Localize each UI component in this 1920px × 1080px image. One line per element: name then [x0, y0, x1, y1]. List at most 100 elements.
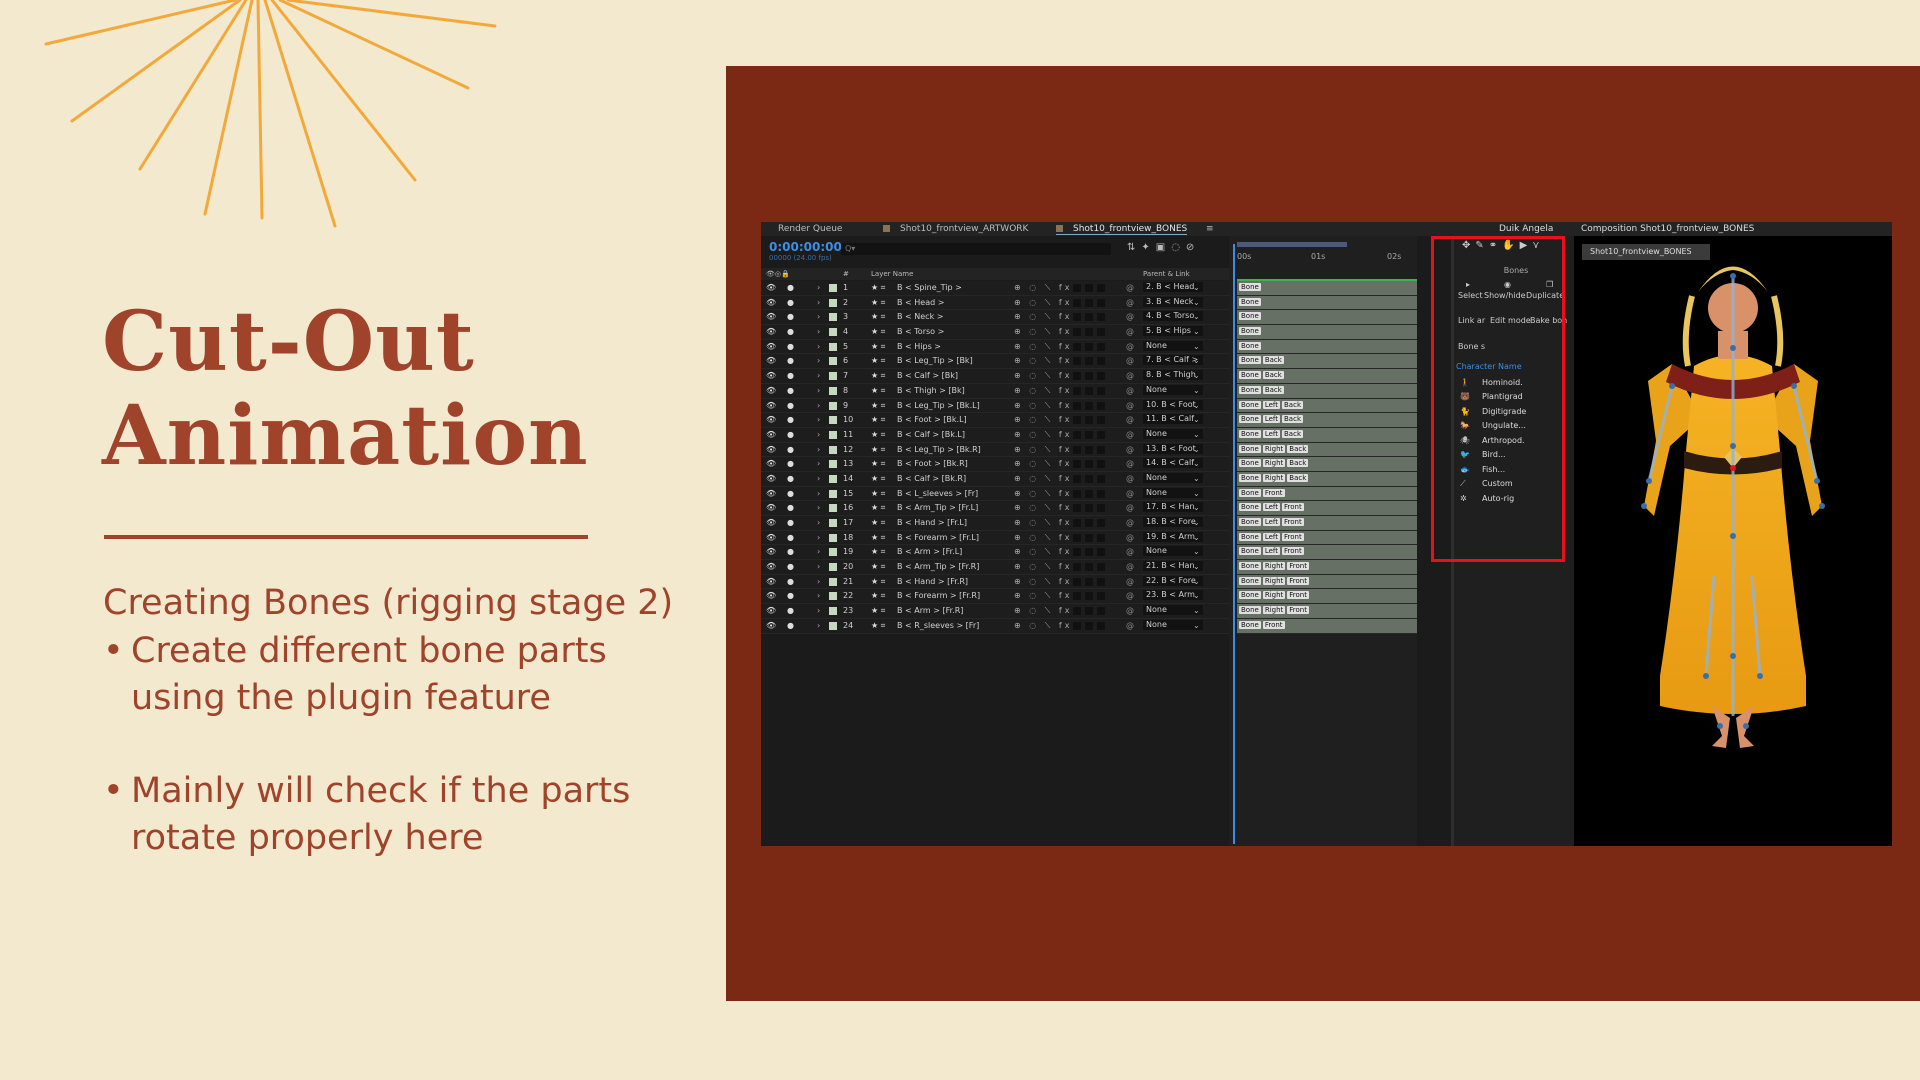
solo-icon[interactable]: ● [787, 298, 794, 307]
label-color-swatch[interactable] [829, 460, 837, 469]
layer-row[interactable]: 👁 ● › 22 ★ ⌗ B < Forearm > [Fr.R] ⊕ ◌ ⟍ fx @23.… [761, 589, 1236, 605]
layer-name[interactable]: B < Leg_Tip > [Bk.L] [897, 401, 980, 410]
solo-icon[interactable]: ● [787, 283, 794, 292]
layer-name[interactable]: B < R_sleeves > [Fr] [897, 621, 979, 630]
layer-toggles[interactable] [1073, 504, 1109, 514]
layer-name[interactable]: B < Arm_Tip > [Fr.R] [897, 562, 979, 571]
layer-switches[interactable]: ⊕ ◌ ⟍ fx [1014, 327, 1072, 337]
layer-name[interactable]: B < Hand > [Fr.R] [897, 577, 968, 586]
layer-toggles[interactable] [1073, 313, 1109, 323]
label-color-swatch[interactable] [829, 298, 837, 307]
chevron-down-icon[interactable]: ⌄ [1193, 298, 1200, 307]
layer-row[interactable]: 👁 ● › 13 ★ ⌗ B < Foot > [Bk.R] ⊕ ◌ ⟍ fx @14. B … [761, 457, 1236, 472]
layer-name[interactable]: B < Foot > [Bk.L] [897, 415, 967, 424]
solo-icon[interactable]: ● [787, 518, 794, 527]
eye-icon[interactable]: 👁 [766, 562, 776, 571]
eye-icon[interactable]: 👁 [766, 503, 776, 512]
layer-row[interactable]: 👁 ● › 17 ★ ⌗ B < Hand > [Fr.L] ⊕ ◌ ⟍ fx @18. B … [761, 516, 1236, 531]
layer-name[interactable]: B < Thigh > [Bk] [897, 386, 965, 395]
pick-whip-icon[interactable]: @ [1126, 371, 1134, 380]
layer-toggles[interactable] [1073, 621, 1109, 632]
pick-whip-icon[interactable]: @ [1126, 533, 1134, 542]
chevron-right-icon[interactable]: › [817, 445, 820, 454]
solo-icon[interactable]: ● [787, 342, 794, 351]
eye-icon[interactable]: 👁 [766, 533, 776, 542]
layer-name[interactable]: B < Forearm > [Fr.L] [897, 533, 979, 542]
label-color-swatch[interactable] [829, 533, 837, 542]
layer-toggles[interactable] [1073, 372, 1109, 382]
layer-name[interactable]: B < Calf > [Bk.L] [897, 430, 965, 439]
chevron-right-icon[interactable]: › [817, 327, 820, 336]
playhead[interactable] [1233, 244, 1235, 844]
pick-whip-icon[interactable]: @ [1126, 386, 1134, 395]
layer-row[interactable]: 👁 ● › 7 ★ ⌗ B < Calf > [Bk] ⊕ ◌ ⟍ fx @8. B < Th… [761, 369, 1236, 384]
chevron-down-icon[interactable]: ⌄ [1193, 401, 1200, 410]
label-color-swatch[interactable] [829, 548, 837, 557]
layer-row[interactable]: 👁 ● › 4 ★ ⌗ B < Torso > ⊕ ◌ ⟍ fx @5. B < Hips ⌄ [761, 325, 1236, 340]
label-color-swatch[interactable] [829, 607, 837, 616]
layer-switches[interactable]: ⊕ ◌ ⟍ fx [1014, 445, 1072, 455]
label-color-swatch[interactable] [829, 401, 837, 410]
eye-icon[interactable]: 👁 [766, 312, 776, 321]
layer-duration-bar[interactable]: Bone Left Front [1237, 530, 1417, 546]
layer-duration-bar[interactable]: Bone Left Back [1237, 427, 1417, 443]
layer-duration-bar[interactable]: Bone Front [1237, 486, 1417, 502]
pick-whip-icon[interactable]: @ [1126, 562, 1134, 571]
pick-whip-icon[interactable]: @ [1126, 401, 1134, 410]
layer-row[interactable]: 👁 ● › 14 ★ ⌗ B < Calf > [Bk.R] ⊕ ◌ ⟍ fx @ None ⌄ [761, 471, 1236, 487]
timeline-toolbar[interactable]: ⇅✦▣◌⊘ [1127, 242, 1200, 253]
chevron-right-icon[interactable]: › [817, 415, 820, 424]
layer-row[interactable]: 👁 ● › 16 ★ ⌗ B < Arm_Tip > [Fr.L] ⊕ ◌ ⟍ fx @17.… [761, 501, 1236, 516]
tab-render-queue[interactable]: Render Queue [778, 224, 842, 234]
pick-whip-icon[interactable]: @ [1126, 298, 1134, 307]
pick-whip-icon[interactable]: @ [1126, 445, 1134, 454]
label-color-swatch[interactable] [829, 430, 837, 439]
layer-duration-bar[interactable]: Bone Right Back [1237, 442, 1417, 458]
composition-tab[interactable]: Shot10_frontview_BONES [1582, 244, 1710, 260]
chevron-down-icon[interactable]: ⌄ [1193, 489, 1200, 498]
chevron-down-icon[interactable]: ⌄ [1193, 591, 1200, 600]
eye-icon[interactable]: 👁 [766, 283, 776, 292]
layer-toggles[interactable] [1073, 489, 1109, 500]
layer-row[interactable]: 👁 ● › 1 ★ ⌗ B < Spine_Tip > ⊕ ◌ ⟍ fx @2. B < He… [761, 281, 1236, 296]
layer-name[interactable]: B < Neck > [897, 312, 943, 321]
layer-row[interactable]: 👁 ● › 3 ★ ⌗ B < Neck > ⊕ ◌ ⟍ fx @4. B < Torso ⌄ [761, 310, 1236, 326]
label-color-swatch[interactable] [829, 386, 837, 395]
pick-whip-icon[interactable]: @ [1126, 621, 1134, 630]
pick-whip-icon[interactable]: @ [1126, 503, 1134, 512]
eye-icon[interactable]: 👁 [766, 621, 776, 630]
label-color-swatch[interactable] [829, 519, 837, 527]
chevron-right-icon[interactable]: › [817, 401, 820, 410]
pick-whip-icon[interactable]: @ [1126, 283, 1134, 292]
layer-duration-bar[interactable]: Bone Right Back [1237, 471, 1417, 487]
chevron-down-icon[interactable]: ⌄ [1193, 562, 1200, 571]
chevron-right-icon[interactable]: › [817, 386, 820, 395]
chevron-down-icon[interactable]: ⌄ [1193, 283, 1200, 292]
solo-icon[interactable]: ● [787, 591, 794, 600]
layer-duration-bar[interactable]: Bone Left Back [1237, 398, 1417, 414]
layer-switches[interactable]: ⊕ ◌ ⟍ fx [1014, 371, 1072, 381]
layer-row[interactable]: 👁 ● › 6 ★ ⌗ B < Leg_Tip > [Bk] ⊕ ◌ ⟍ fx @7. B <… [761, 354, 1236, 370]
chevron-right-icon[interactable]: › [817, 562, 820, 571]
chevron-right-icon[interactable]: › [817, 489, 820, 498]
eye-icon[interactable]: 👁 [766, 606, 776, 615]
pick-whip-icon[interactable]: @ [1126, 327, 1134, 336]
chevron-right-icon[interactable]: › [817, 474, 820, 483]
label-color-swatch[interactable] [829, 592, 837, 601]
layer-row[interactable]: 👁 ● › 12 ★ ⌗ B < Leg_Tip > [Bk.R] ⊕ ◌ ⟍ fx @13.… [761, 442, 1236, 458]
layer-row[interactable]: 👁 ● › 5 ★ ⌗ B < Hips > ⊕ ◌ ⟍ fx @ None ⌄ [761, 339, 1236, 355]
eye-icon[interactable]: 👁 [766, 386, 776, 395]
label-color-swatch[interactable] [829, 474, 837, 483]
chevron-down-icon[interactable]: ⌄ [1193, 577, 1200, 586]
layer-switches[interactable]: ⊕ ◌ ⟍ fx [1014, 459, 1072, 469]
layer-toggles[interactable] [1073, 445, 1109, 456]
chevron-right-icon[interactable]: › [817, 547, 820, 556]
solo-icon[interactable]: ● [787, 459, 794, 468]
layer-name[interactable]: B < Arm > [Fr.L] [897, 547, 962, 556]
label-color-swatch[interactable] [829, 563, 837, 572]
solo-icon[interactable]: ● [787, 386, 794, 395]
label-color-swatch[interactable] [829, 284, 837, 292]
layer-duration-bar[interactable]: Bone Back [1237, 354, 1417, 370]
layer-switches[interactable]: ⊕ ◌ ⟍ fx [1014, 283, 1072, 293]
layer-duration-bar[interactable]: Bone [1237, 325, 1417, 340]
